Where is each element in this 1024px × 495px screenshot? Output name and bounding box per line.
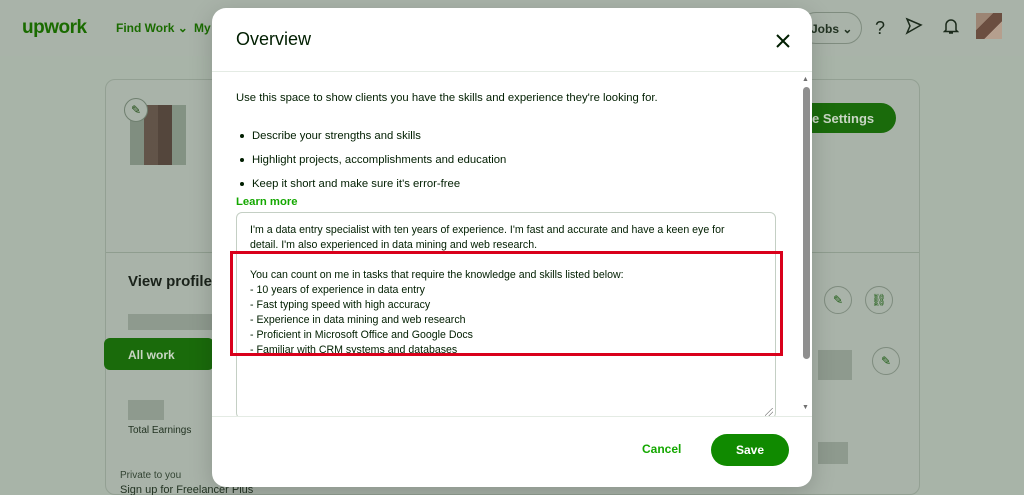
resize-handle-icon[interactable] (765, 408, 773, 416)
highlight-annotation-box (230, 251, 783, 356)
scroll-down-arrow-icon[interactable]: ▼ (802, 404, 809, 411)
blurred-block-2 (818, 442, 848, 464)
total-earnings-label: Total Earnings (128, 425, 192, 436)
nav-find-work: Find Work ⌄ (116, 21, 188, 35)
edit-photo-pencil-icon: ✎ (124, 98, 148, 122)
overview-paragraph-1: I'm a data entry specialist with ten yea… (250, 224, 725, 251)
list-item: Keep it short and make sure it's error-f… (240, 172, 506, 196)
bullet-icon (240, 182, 244, 186)
link-icon: ⛓ (865, 286, 893, 314)
view-profile-heading: View profile (128, 273, 212, 290)
scroll-up-arrow-icon[interactable]: ▲ (802, 76, 809, 83)
bell-icon (940, 17, 962, 39)
close-icon[interactable] (772, 30, 794, 52)
cancel-button[interactable]: Cancel (642, 442, 681, 456)
private-label: Private to you (120, 470, 182, 481)
bullet-icon (240, 158, 244, 162)
learn-more-link[interactable]: Learn more (236, 196, 298, 208)
modal-body: Use this space to show clients you have … (212, 72, 812, 416)
upwork-logo: upwork (22, 17, 87, 38)
blurred-text (128, 314, 212, 330)
modal-title: Overview (236, 29, 312, 49)
blurred-earnings (128, 400, 164, 420)
intro-text: Use this space to show clients you have … (236, 92, 658, 104)
all-work-tab: All work (104, 338, 214, 370)
scrollbar-thumb[interactable] (803, 87, 810, 359)
edit-pencil-icon: ✎ (824, 286, 852, 314)
nav-my: My (194, 21, 211, 35)
edit-pencil-icon-2: ✎ (872, 347, 900, 375)
blurred-block (818, 350, 852, 380)
list-item: Describe your strengths and skills (240, 124, 506, 148)
tips-list: Describe your strengths and skills Highl… (240, 124, 506, 196)
help-icon: ? (874, 18, 885, 38)
save-button[interactable]: Save (711, 434, 789, 466)
overview-modal: Overview Use this space to show clients … (212, 8, 812, 487)
footer-divider (212, 416, 812, 417)
user-avatar (976, 13, 1002, 39)
list-item: Highlight projects, accomplishments and … (240, 148, 506, 172)
bullet-icon (240, 134, 244, 138)
paper-plane-icon (903, 17, 925, 39)
